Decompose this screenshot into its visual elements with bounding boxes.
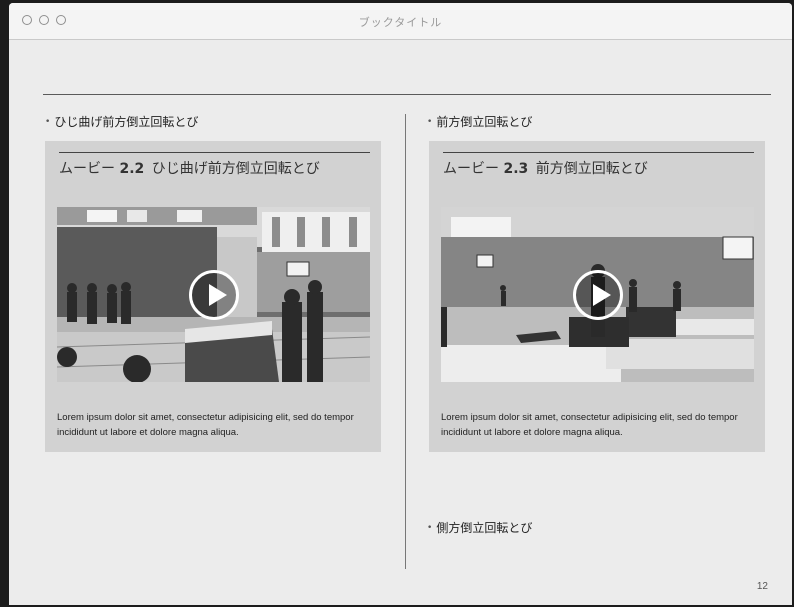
movie-prefix: ムービー bbox=[59, 161, 115, 177]
play-icon[interactable] bbox=[188, 269, 239, 320]
bullet-dot-icon: • bbox=[427, 523, 433, 533]
next-section-heading: • 側方倒立回転とび bbox=[427, 519, 532, 536]
right-heading-text: 前方倒立回転とび bbox=[436, 115, 533, 129]
right-section-heading: • 前方倒立回転とび bbox=[427, 113, 532, 130]
movie-caption: ムービー 2.3 前方倒立回転とび bbox=[443, 158, 648, 178]
movie-rule bbox=[59, 152, 370, 153]
movie-box-2-2: ムービー 2.2 ひじ曲げ前方倒立回転とび Lorem ipsum dolor … bbox=[45, 141, 381, 452]
movie-prefix: ムービー bbox=[443, 161, 499, 177]
left-section-heading: • ひじ曲げ前方倒立回転とび bbox=[45, 113, 198, 130]
bullet-dot-icon: • bbox=[45, 117, 51, 127]
next-heading-text: 側方倒立回転とび bbox=[436, 521, 533, 535]
left-heading-text: ひじ曲げ前方倒立回転とび bbox=[54, 115, 199, 129]
book-page: • ひじ曲げ前方倒立回転とび ムービー 2.2 ひじ曲げ前方倒立回転とび Lor… bbox=[9, 40, 792, 605]
page-number: 12 bbox=[756, 581, 768, 592]
movie-description: Lorem ipsum dolor sit amet, consectetur … bbox=[57, 412, 354, 438]
movie-rule bbox=[443, 152, 754, 153]
title-bar: ブックタイトル bbox=[9, 3, 792, 40]
video-player[interactable] bbox=[57, 207, 370, 382]
column-divider bbox=[405, 114, 406, 569]
bullet-dot-icon: • bbox=[427, 117, 433, 127]
movie-caption: ムービー 2.2 ひじ曲げ前方倒立回転とび bbox=[59, 158, 320, 178]
app-window: ブックタイトル • ひじ曲げ前方倒立回転とび ムービー 2.2 ひじ曲げ前方倒立回… bbox=[9, 3, 792, 605]
movie-number: 2.2 bbox=[119, 161, 145, 177]
video-player[interactable] bbox=[441, 207, 754, 382]
window-title: ブックタイトル bbox=[358, 16, 443, 29]
movie-title: 前方倒立回転とび bbox=[535, 161, 648, 177]
movie-number: 2.3 bbox=[503, 161, 529, 177]
top-rule bbox=[43, 94, 771, 95]
movie-description: Lorem ipsum dolor sit amet, consectetur … bbox=[441, 412, 738, 438]
play-icon[interactable] bbox=[572, 269, 623, 320]
movie-box-2-3: ムービー 2.3 前方倒立回転とび Lorem ipsum dolor sit … bbox=[429, 141, 765, 452]
movie-title: ひじ曲げ前方倒立回転とび bbox=[151, 161, 320, 177]
